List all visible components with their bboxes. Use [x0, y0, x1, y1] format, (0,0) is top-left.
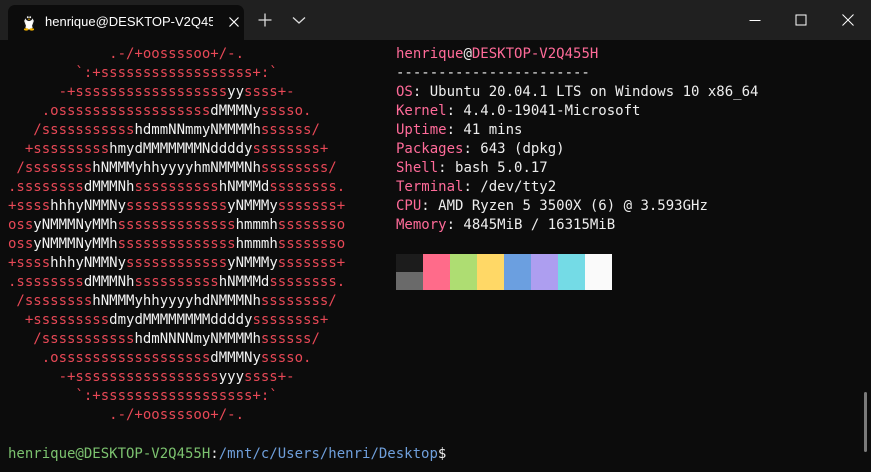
- ascii-logo-line: +ssssssssshmydMMMMMMMNddddyssssssss+: [8, 141, 329, 157]
- ascii-logo-line: +sssssssssdmydMMMMMMMMddddyssssssss+: [8, 312, 329, 328]
- prompt-symbol: $: [437, 446, 447, 462]
- ascii-logo-line: `:+ssssssssssssssssss+:`: [8, 65, 278, 81]
- terminal-window: henrique@DESKTOP-V2Q455H: /mn: [0, 0, 871, 472]
- palette-swatch: [396, 254, 423, 272]
- scrollbar-thumb[interactable]: [864, 392, 867, 452]
- maximize-icon: [795, 14, 807, 26]
- info-key: Shell: [396, 160, 439, 176]
- info-row-memory: Memory: 4845MiB / 16315MiB: [396, 216, 615, 235]
- tab-terminal[interactable]: henrique@DESKTOP-V2Q455H: /mn: [8, 5, 244, 40]
- ascii-logo-line: +sssshhhyNMMNyssssssssssssyNMMMysssssss+: [8, 198, 346, 214]
- info-key: OS: [396, 84, 413, 100]
- prompt-path: /mnt/c/Users/henri/Desktop: [218, 446, 438, 462]
- at-sign: @: [463, 46, 472, 62]
- username: henrique: [396, 46, 464, 62]
- palette-swatch: [450, 254, 477, 272]
- info-key: Uptime: [396, 122, 447, 138]
- ascii-logo-line: `:+ssssssssssssssssss+:`: [8, 388, 278, 404]
- prompt-colon: :: [210, 446, 219, 462]
- palette-swatch: [504, 254, 531, 272]
- close-icon: [842, 14, 854, 26]
- palette-swatch: [531, 272, 558, 290]
- ascii-logo-line: /sssssssshNMMMyhhyyyyhdNMMMNhssssssss/: [8, 293, 337, 309]
- info-value: : 4.4.0-19041-Microsoft: [446, 103, 641, 119]
- info-row-os: OS: Ubuntu 20.04.1 LTS on Windows 10 x86…: [396, 83, 758, 102]
- info-row-shell: Shell: bash 5.0.17: [396, 159, 548, 178]
- info-key: Packages: [396, 141, 464, 157]
- info-value: : Ubuntu 20.04.1 LTS on Windows 10 x86_6…: [412, 84, 759, 100]
- ascii-logo-line: .ssssssssdMMMNhsssssssssshNMMMdssssssss.: [8, 274, 346, 290]
- ascii-logo-line: .-/+oossssoo+/-.: [8, 407, 245, 423]
- ascii-logo-line: .ossssssssssssssssssdMMMNysssso.: [8, 103, 312, 119]
- info-key: Terminal: [396, 179, 464, 195]
- prompt-user-host: henrique@DESKTOP-V2Q455H: [8, 446, 211, 462]
- minimize-button[interactable]: [732, 0, 778, 40]
- ascii-logo-line: ossyNMMMNyMMhsssssssssssssshmmmhssssssso: [8, 217, 346, 233]
- ascii-logo-line: ossyNMMMNyMMhsssssssssssssshmmmhssssssso: [8, 236, 346, 252]
- shell-prompt[interactable]: henrique@DESKTOP-V2Q455H:/mnt/c/Users/he…: [8, 445, 446, 464]
- ascii-logo-line: /sssssssshNMMMyhhyyyyhmNMMMNhssssssss/: [8, 160, 337, 176]
- info-key: Memory: [396, 217, 447, 233]
- tab-dropdown-chevron-down-icon[interactable]: [290, 10, 308, 30]
- ascii-logo-line: +sssshhhyNMMNyssssssssssssyNMMMysssssss+: [8, 255, 346, 271]
- palette-swatch: [531, 254, 558, 272]
- ascii-logo-line: /ssssssssssshdmNNNNmyNMMMMhssssss/: [8, 331, 320, 347]
- ascii-logo-line: /ssssssssssshdmmNNmmyNMMMMhssssss/: [8, 122, 320, 138]
- ascii-logo-line: -+sssssssssssssssssyyyssss+-: [8, 369, 295, 385]
- tab-title: henrique@DESKTOP-V2Q455H: /mn: [45, 14, 213, 29]
- palette-swatch: [585, 254, 612, 272]
- new-tab-plus-icon[interactable]: [255, 10, 275, 30]
- info-value: : bash 5.0.17: [438, 160, 548, 176]
- palette-swatch: [585, 272, 612, 290]
- info-value: : 643 (dpkg): [463, 141, 565, 157]
- ascii-logo-line: .ssssssssdMMMNhsssssssssshNMMMdssssssss.: [8, 179, 346, 195]
- palette-swatch: [558, 272, 585, 290]
- info-value: : /dev/tty2: [463, 179, 557, 195]
- close-window-button[interactable]: [825, 0, 871, 40]
- palette-swatch: [477, 254, 504, 272]
- info-value: : 4845MiB / 16315MiB: [446, 217, 616, 233]
- info-key: CPU: [396, 198, 422, 214]
- info-row-terminal: Terminal: /dev/tty2: [396, 178, 556, 197]
- palette-swatch: [477, 272, 504, 290]
- maximize-button[interactable]: [778, 0, 824, 40]
- palette-swatch: [504, 272, 531, 290]
- ascii-logo-line: -+ssssssssssssssssssyyssss+-: [8, 84, 295, 100]
- ascii-logo-line: .ossssssssssssssssssdMMMNysssso.: [8, 350, 312, 366]
- info-row-packages: Packages: 643 (dpkg): [396, 140, 565, 159]
- info-row-cpu: CPU: AMD Ryzen 5 3500X (6) @ 3.593GHz: [396, 197, 708, 216]
- user-host-line: henrique@DESKTOP-V2Q455H: [396, 45, 598, 64]
- terminal-output[interactable]: .-/+oossssoo+/-. `:+ssssssssssssssssss+:…: [0, 40, 860, 472]
- palette-swatch: [423, 254, 450, 272]
- palette-swatch: [423, 272, 450, 290]
- info-key: Kernel: [396, 103, 447, 119]
- ascii-logo-line: .-/+oossssoo+/-.: [8, 46, 245, 62]
- info-value: : AMD Ryzen 5 3500X (6) @ 3.593GHz: [421, 198, 708, 214]
- info-value: : 41 mins: [446, 122, 523, 138]
- tab-close-icon[interactable]: [226, 14, 242, 30]
- separator-line: -----------------------: [396, 65, 590, 81]
- linux-tux-icon: [20, 13, 38, 31]
- info-row-uptime: Uptime: 41 mins: [396, 121, 522, 140]
- minimize-icon: [749, 20, 761, 21]
- info-row-kernel: Kernel: 4.4.0-19041-Microsoft: [396, 102, 640, 121]
- hostname: DESKTOP-V2Q455H: [471, 46, 599, 62]
- palette-swatch: [450, 272, 477, 290]
- palette-swatch: [396, 272, 423, 290]
- palette-swatch: [558, 254, 585, 272]
- title-bar[interactable]: henrique@DESKTOP-V2Q455H: /mn: [0, 0, 871, 40]
